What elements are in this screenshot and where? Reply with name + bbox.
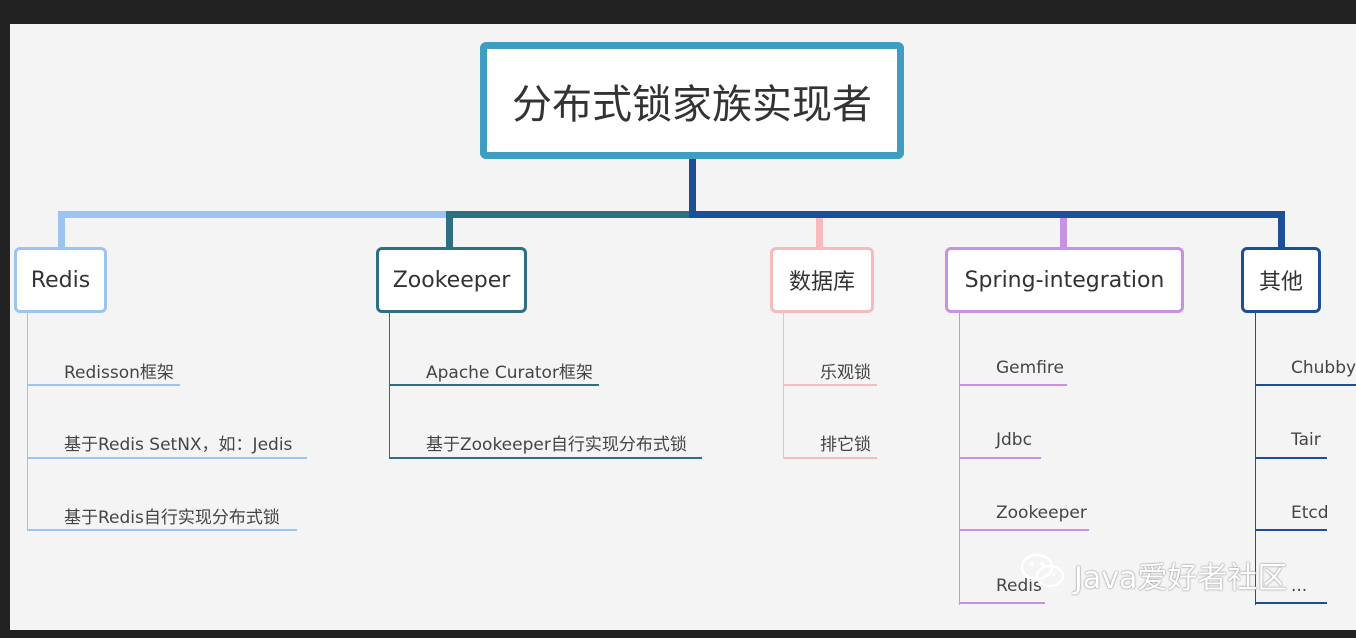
root-connector <box>689 159 696 211</box>
category-node-redis: Redis <box>14 247 107 313</box>
underline <box>389 457 702 459</box>
category-node-zookeeper: Zookeeper <box>376 247 527 313</box>
leaf-redis-redisson: Redisson框架 <box>64 363 174 383</box>
branch-line-redis <box>58 211 450 218</box>
branch-line-right <box>689 211 1285 218</box>
underline <box>1255 457 1327 459</box>
leaf-zookeeper-custom: 基于Zookeeper自行实现分布式锁 <box>426 435 687 455</box>
watermark-text: Java爱好者社区 <box>1074 561 1288 596</box>
leaf-spring-zookeeper: Zookeeper <box>996 503 1087 523</box>
root-node: 分布式锁家族实现者 <box>480 42 904 159</box>
leaf-others-chubby: Chubby <box>1291 358 1356 378</box>
leaf-redis-setnx: 基于Redis SetNX，如：Jedis <box>64 435 293 455</box>
leaf-others-tair: Tair <box>1291 430 1321 450</box>
underline <box>27 529 297 531</box>
leaf-others-etcd: Etcd <box>1291 503 1329 523</box>
underline <box>783 457 877 459</box>
drop-line-others <box>1278 211 1285 247</box>
leaf-others-more: ... <box>1291 576 1308 596</box>
stem-redis <box>27 313 28 531</box>
category-node-spring-integration: Spring-integration <box>945 247 1184 313</box>
watermark: Java爱好者社区 <box>1020 552 1287 598</box>
underline <box>1255 384 1356 386</box>
underline <box>959 384 1067 386</box>
stem-spring <box>959 313 960 605</box>
underline <box>27 457 307 459</box>
drop-line-zookeeper <box>446 211 453 247</box>
category-node-others: 其他 <box>1241 247 1321 313</box>
drop-line-database <box>816 218 823 247</box>
leaf-database-exclusive: 排它锁 <box>820 435 871 455</box>
underline <box>1255 529 1327 531</box>
leaf-spring-jdbc: Jdbc <box>996 430 1032 450</box>
category-node-database: 数据库 <box>770 247 874 313</box>
stem-zookeeper <box>389 313 390 459</box>
underline <box>959 529 1089 531</box>
underline <box>389 384 599 386</box>
drop-line-redis <box>58 211 65 247</box>
underline <box>959 457 1041 459</box>
leaf-redis-custom: 基于Redis自行实现分布式锁 <box>64 508 280 528</box>
stem-database <box>783 313 784 459</box>
underline <box>783 384 877 386</box>
leaf-zookeeper-curator: Apache Curator框架 <box>426 363 593 383</box>
wechat-icon <box>1020 552 1066 598</box>
drop-line-spring <box>1060 218 1067 247</box>
underline <box>959 602 1045 604</box>
underline <box>27 384 180 386</box>
leaf-database-optimistic: 乐观锁 <box>820 363 871 383</box>
underline <box>1255 602 1327 604</box>
leaf-spring-gemfire: Gemfire <box>996 358 1064 378</box>
branch-line-zookeeper <box>446 211 696 218</box>
mindmap-canvas: 分布式锁家族实现者 Redis Zookeeper 数据库 Spring-int… <box>10 24 1356 630</box>
